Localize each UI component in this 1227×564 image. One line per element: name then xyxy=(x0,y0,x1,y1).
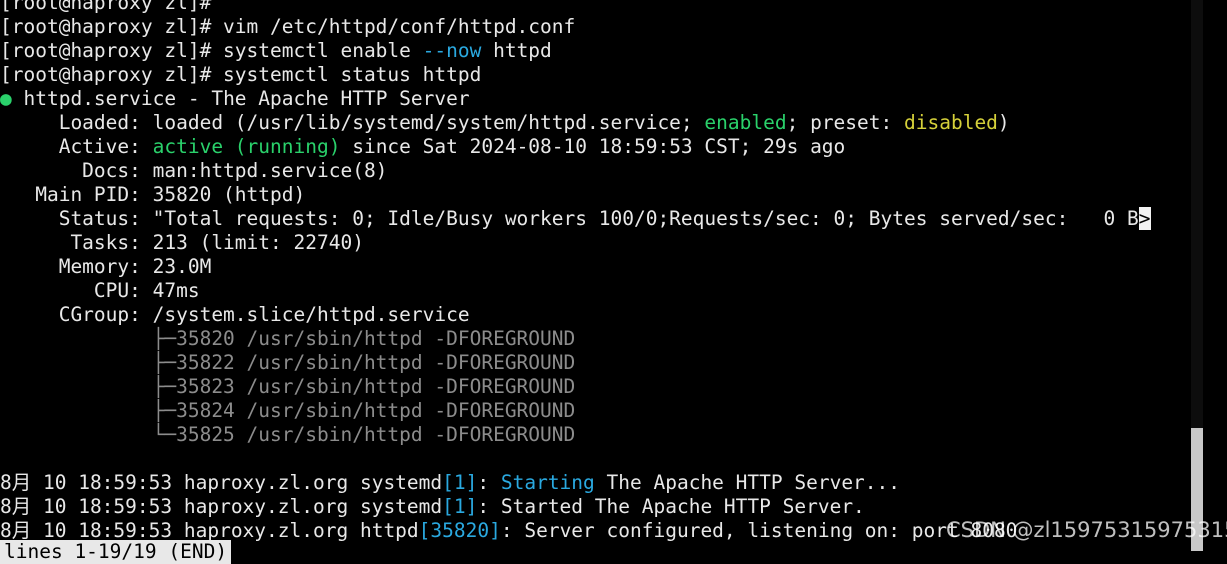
prompt-line: [root@haproxy zl]# systemctl enable --no… xyxy=(0,39,552,62)
process-tree-item: ├─35820 /usr/sbin/httpd -DFOREGROUND xyxy=(0,327,576,350)
scrollbar[interactable] xyxy=(1191,0,1203,551)
memory-line: Memory: 23.0M xyxy=(0,255,212,278)
process-tree-item: └─35825 /usr/sbin/httpd -DFOREGROUND xyxy=(0,423,576,446)
truncate-cursor: > xyxy=(1138,207,1151,230)
process-tree-item: ├─35823 /usr/sbin/httpd -DFOREGROUND xyxy=(0,375,576,398)
process-tree-item: ├─35822 /usr/sbin/httpd -DFOREGROUND xyxy=(0,351,576,374)
preset-state: disabled xyxy=(904,111,998,134)
process-tree-item: ├─35824 /usr/sbin/httpd -DFOREGROUND xyxy=(0,399,576,422)
docs-line: Docs: man:httpd.service(8) xyxy=(0,159,388,182)
active-state: active (running) xyxy=(152,135,341,158)
prompt-line: [root@haproxy zl]# vim /etc/httpd/conf/h… xyxy=(0,15,576,38)
log-line: 8月 10 18:59:53 haproxy.zl.org systemd[1]… xyxy=(0,495,865,518)
watermark: CSDN @zl15975315975315 xyxy=(946,518,1227,542)
loaded-line: Loaded: loaded (/usr/lib/systemd/system/… xyxy=(0,111,1010,134)
status-line: Status: "Total requests: 0; Idle/Busy wo… xyxy=(0,207,1151,230)
cgroup-line: CGroup: /system.slice/httpd.service xyxy=(0,303,470,326)
enabled-state: enabled xyxy=(704,111,787,134)
service-header: ● httpd.service - The Apache HTTP Server xyxy=(0,87,470,110)
prompt-line: [root@haproxy zl]# systemctl status http… xyxy=(0,63,482,86)
terminal-output: [root@haproxy zl]# [root@haproxy zl]# vi… xyxy=(0,0,1191,543)
tasks-line: Tasks: 213 (limit: 22740) xyxy=(0,231,364,254)
cpu-line: CPU: 47ms xyxy=(0,279,200,302)
active-line: Active: active (running) since Sat 2024-… xyxy=(0,135,846,158)
prompt-line: [root@haproxy zl]# xyxy=(0,0,212,14)
flag-now: --now xyxy=(422,39,482,62)
status-dot-icon: ● xyxy=(0,87,12,110)
mainpid-line: Main PID: 35820 (httpd) xyxy=(0,183,306,206)
pager-status: lines 1-19/19 (END) xyxy=(0,540,232,564)
log-line: 8月 10 18:59:53 haproxy.zl.org systemd[1]… xyxy=(0,471,901,494)
